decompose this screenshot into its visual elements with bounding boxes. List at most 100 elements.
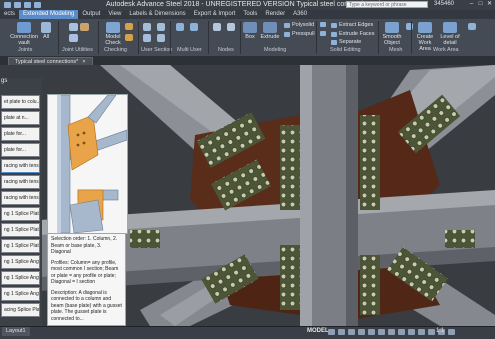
polar-icon[interactable]: [358, 329, 365, 335]
palette-item[interactable]: ng 1 Splice Plat...: [1, 223, 40, 237]
maximize-icon[interactable]: □: [477, 1, 484, 8]
user-section-button-4[interactable]: [156, 34, 166, 43]
box-button[interactable]: Box: [243, 22, 257, 40]
palette-item[interactable]: ng 1 Splice Plat...: [1, 239, 40, 253]
tab-extended-modeling[interactable]: Extended Modeling: [19, 10, 79, 19]
all-button[interactable]: All: [38, 22, 54, 40]
palette-title: gs: [1, 78, 8, 84]
group-label-user-section: User Section: [141, 47, 173, 53]
connection-preview-image: [47, 94, 128, 234]
extract-edges-icon: [331, 22, 337, 28]
customize-icon[interactable]: [448, 329, 455, 335]
palette-item[interactable]: plate for...: [1, 127, 40, 141]
separate-button[interactable]: Separate: [331, 39, 361, 45]
palette-item-selected[interactable]: racing with tens...: [1, 159, 40, 173]
user-id[interactable]: 345460: [434, 1, 454, 7]
ortho-icon[interactable]: [348, 329, 355, 335]
tab-export-import[interactable]: Export & Import: [190, 10, 240, 19]
checking-button-2[interactable]: [124, 23, 134, 31]
nodes-button-1[interactable]: [212, 23, 222, 32]
extrude-button[interactable]: Extrude: [259, 22, 281, 40]
workspace-icon[interactable]: [428, 329, 435, 335]
grid-icon[interactable]: [328, 329, 335, 335]
user-section-icon: [143, 23, 151, 31]
node-icon: [227, 23, 235, 31]
model-check-button[interactable]: Model Check: [102, 22, 124, 46]
otrack-icon[interactable]: [378, 329, 385, 335]
tab-labels-dimensions[interactable]: Labels & Dimensions: [125, 10, 189, 19]
palette-item[interactable]: racing with tens...: [1, 191, 40, 205]
extract-edges-button[interactable]: Extract Edges: [331, 22, 373, 28]
work-area-button-3[interactable]: [467, 23, 477, 31]
palette-item[interactable]: racing with tens...: [1, 175, 40, 189]
snap-icon[interactable]: [338, 329, 345, 335]
tab-view[interactable]: View: [104, 10, 125, 19]
nodes-button-2[interactable]: [226, 23, 236, 32]
mesh-button-2[interactable]: [404, 23, 414, 31]
solid-edit-tool-2[interactable]: [320, 31, 326, 36]
user-section-icon: [157, 23, 165, 31]
work-area-icon: [468, 23, 476, 30]
tab-tools[interactable]: Tools: [239, 10, 261, 19]
tab-output[interactable]: Output: [78, 10, 104, 19]
level-of-detail-button[interactable]: Level of detail: [438, 22, 462, 46]
palette-item[interactable]: ng 1 Splice Ang...: [1, 271, 40, 285]
polysolid-button[interactable]: Polysolid: [284, 22, 314, 28]
joint-utility-button-2[interactable]: [63, 34, 83, 43]
all-icon: [41, 22, 51, 33]
smooth-object-button[interactable]: Smooth Object: [381, 22, 403, 46]
tab-render[interactable]: Render: [261, 10, 289, 19]
user-section-button-1[interactable]: [142, 23, 152, 32]
osnap-icon[interactable]: [368, 329, 375, 335]
search-input[interactable]: Type a keyword or phrase: [346, 1, 428, 8]
user-section-icon: [143, 34, 151, 42]
annotation-scale[interactable]: 1:1: [436, 328, 444, 334]
extrude-faces-icon: [331, 31, 337, 37]
extrude-faces-button[interactable]: Extrude Faces: [331, 31, 374, 37]
user-section-icon: [157, 34, 165, 42]
level-of-detail-icon: [443, 22, 457, 33]
group-label-modeling: Modeling: [264, 47, 287, 53]
palette-item[interactable]: ng 1 Splice Ang...: [1, 255, 40, 269]
connection-vault-button[interactable]: Connection vault: [10, 22, 38, 46]
group-label-joints: Joints: [18, 47, 33, 53]
multi-user-button-2[interactable]: [189, 23, 199, 32]
presspull-button[interactable]: Presspull: [284, 31, 315, 37]
smooth-object-icon: [385, 22, 399, 33]
multi-user-button-1[interactable]: [175, 23, 185, 32]
tab-objects[interactable]: ects: [0, 10, 19, 19]
palette-item[interactable]: ng 1 Splice Plat...: [1, 207, 40, 221]
user-section-button-2[interactable]: [156, 23, 166, 32]
annotation-icon[interactable]: [418, 329, 425, 335]
close-icon[interactable]: ✕: [486, 1, 493, 8]
checking-icon: [125, 34, 133, 41]
joint-utility-icon: [68, 34, 78, 42]
palette-item[interactable]: plate at n...: [1, 111, 40, 125]
window-controls: – □ ✕: [468, 1, 493, 8]
palette-item[interactable]: et plate to colu...: [1, 95, 40, 109]
ribbon-panel: Connection vault All Joints Joint Utilit…: [0, 19, 495, 57]
transparency-icon[interactable]: [398, 329, 405, 335]
tab-a360[interactable]: A360: [289, 10, 311, 19]
group-label-checking: Checking: [104, 47, 127, 53]
checking-button-3[interactable]: [124, 34, 134, 42]
lineweight-icon[interactable]: [388, 329, 395, 335]
polysolid-icon: [284, 22, 290, 28]
palette-item[interactable]: ng 1 Splice Ang...: [1, 287, 40, 301]
user-section-button-3[interactable]: [142, 34, 152, 43]
palette-item[interactable]: acing Splice Pla...: [1, 303, 40, 317]
palette-item[interactable]: plate for...: [1, 143, 40, 157]
selection-cycle-icon[interactable]: [408, 329, 415, 335]
minimize-icon[interactable]: –: [468, 1, 475, 8]
layout-tab[interactable]: Layout1: [2, 327, 30, 336]
model-check-icon: [106, 22, 120, 33]
profiles-text: Profiles: Column= any profile, most comm…: [51, 259, 119, 286]
ribbon-separator: [138, 21, 139, 54]
node-icon: [213, 23, 221, 31]
solid-edit-tool-1[interactable]: [320, 22, 326, 27]
presspull-icon: [284, 31, 290, 37]
ribbon-separator: [240, 21, 241, 54]
model-space-button[interactable]: MODEL: [307, 328, 329, 334]
group-label-solid-editing: Solid Editing: [330, 47, 361, 53]
joint-utility-button-3[interactable]: [74, 23, 94, 32]
